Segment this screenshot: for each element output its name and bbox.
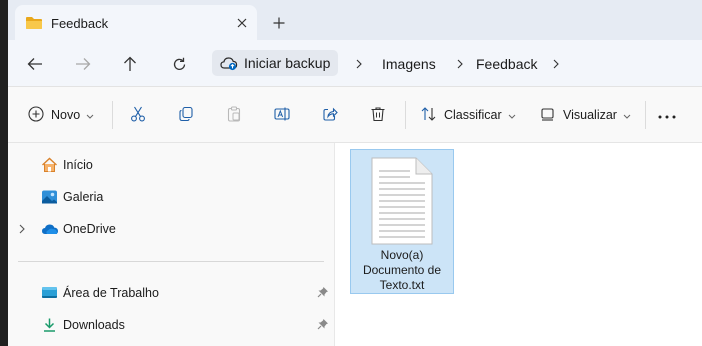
divider — [405, 101, 406, 129]
sort-button[interactable]: Classificar — [421, 104, 516, 126]
chevron-down-icon — [86, 108, 94, 122]
up-arrow-icon[interactable] — [119, 53, 141, 75]
navigation-pane: Início Galeria OneDrive Área de Trabalho — [8, 143, 335, 346]
nav-divider — [18, 261, 324, 262]
cloud-backup-icon — [220, 55, 238, 74]
tab-strip: Feedback — [8, 0, 702, 40]
home-icon — [41, 157, 58, 176]
nav-item-label: OneDrive — [63, 222, 116, 236]
nav-item-label: Área de Trabalho — [63, 286, 159, 300]
nav-item-label: Galeria — [63, 190, 104, 204]
divider — [112, 101, 113, 129]
close-tab-icon[interactable] — [233, 14, 251, 32]
file-name: Novo(a) Documento de Texto.txt — [362, 248, 442, 292]
back-arrow-icon[interactable] — [24, 53, 46, 75]
sort-icon — [421, 106, 437, 125]
folder-icon — [25, 15, 43, 34]
cut-button[interactable] — [130, 104, 146, 126]
chevron-down-icon — [623, 108, 631, 122]
forward-arrow-icon[interactable] — [72, 53, 94, 75]
pin-icon[interactable] — [317, 286, 329, 301]
chevron-right-icon[interactable] — [454, 57, 466, 71]
nav-item-inicio[interactable]: Início — [8, 152, 334, 178]
breadcrumb-backup-label: Iniciar backup — [244, 55, 331, 71]
new-tab-icon[interactable] — [270, 14, 288, 32]
breadcrumb-backup[interactable]: Iniciar backup — [212, 50, 338, 76]
chevron-down-icon — [508, 108, 516, 122]
desktop-icon — [41, 285, 58, 304]
address-bar[interactable]: Iniciar backup Imagens Feedback — [210, 47, 702, 79]
view-button-label: Visualizar — [563, 108, 617, 122]
file-explorer-window: Feedback Iniciar backup Imagens Feedback… — [8, 0, 702, 346]
refresh-icon[interactable] — [168, 53, 190, 75]
text-document-icon — [370, 157, 434, 248]
breadcrumb-imagens[interactable]: Imagens — [382, 56, 436, 72]
tab-title: Feedback — [51, 16, 109, 31]
plus-circle-icon — [28, 105, 44, 125]
nav-item-onedrive[interactable]: OneDrive — [8, 216, 334, 242]
new-button-label: Novo — [51, 108, 81, 122]
rename-button[interactable] — [274, 104, 290, 126]
more-options-button[interactable] — [658, 104, 676, 126]
view-button[interactable]: Visualizar — [540, 104, 631, 126]
navigation-bar: Iniciar backup Imagens Feedback — [8, 40, 702, 87]
command-bar: Novo Classificar Visualizar — [8, 87, 702, 143]
rename-icon — [274, 106, 290, 125]
nav-item-label: Início — [63, 158, 93, 172]
copy-icon — [178, 106, 194, 125]
breadcrumb-feedback[interactable]: Feedback — [476, 56, 537, 72]
nav-item-downloads[interactable]: Downloads — [8, 312, 334, 338]
more-icon — [658, 108, 676, 122]
share-icon — [322, 106, 338, 125]
delete-button[interactable] — [370, 104, 386, 126]
tab-feedback[interactable]: Feedback — [15, 5, 257, 40]
sort-button-label: Classificar — [444, 108, 502, 122]
pin-icon[interactable] — [317, 318, 329, 333]
nav-item-galeria[interactable]: Galeria — [8, 184, 334, 210]
paste-button[interactable] — [226, 104, 242, 126]
paste-icon — [226, 105, 242, 125]
new-button[interactable]: Novo — [28, 104, 94, 126]
file-item[interactable]: Novo(a) Documento de Texto.txt — [350, 149, 454, 294]
copy-button[interactable] — [178, 104, 194, 126]
onedrive-icon — [41, 221, 59, 240]
chevron-right-icon[interactable] — [550, 57, 562, 71]
share-button[interactable] — [322, 104, 338, 126]
gallery-icon — [41, 189, 58, 208]
divider — [645, 101, 646, 129]
chevron-right-icon[interactable] — [353, 57, 365, 71]
nav-item-label: Downloads — [63, 318, 125, 332]
trash-icon — [370, 106, 386, 125]
view-icon — [540, 106, 556, 125]
scissors-icon — [130, 106, 146, 125]
downloads-icon — [41, 317, 58, 336]
file-list[interactable]: Novo(a) Documento de Texto.txt — [335, 143, 702, 346]
chevron-right-icon[interactable] — [19, 223, 25, 237]
nav-item-area-de-trabalho[interactable]: Área de Trabalho — [8, 280, 334, 306]
